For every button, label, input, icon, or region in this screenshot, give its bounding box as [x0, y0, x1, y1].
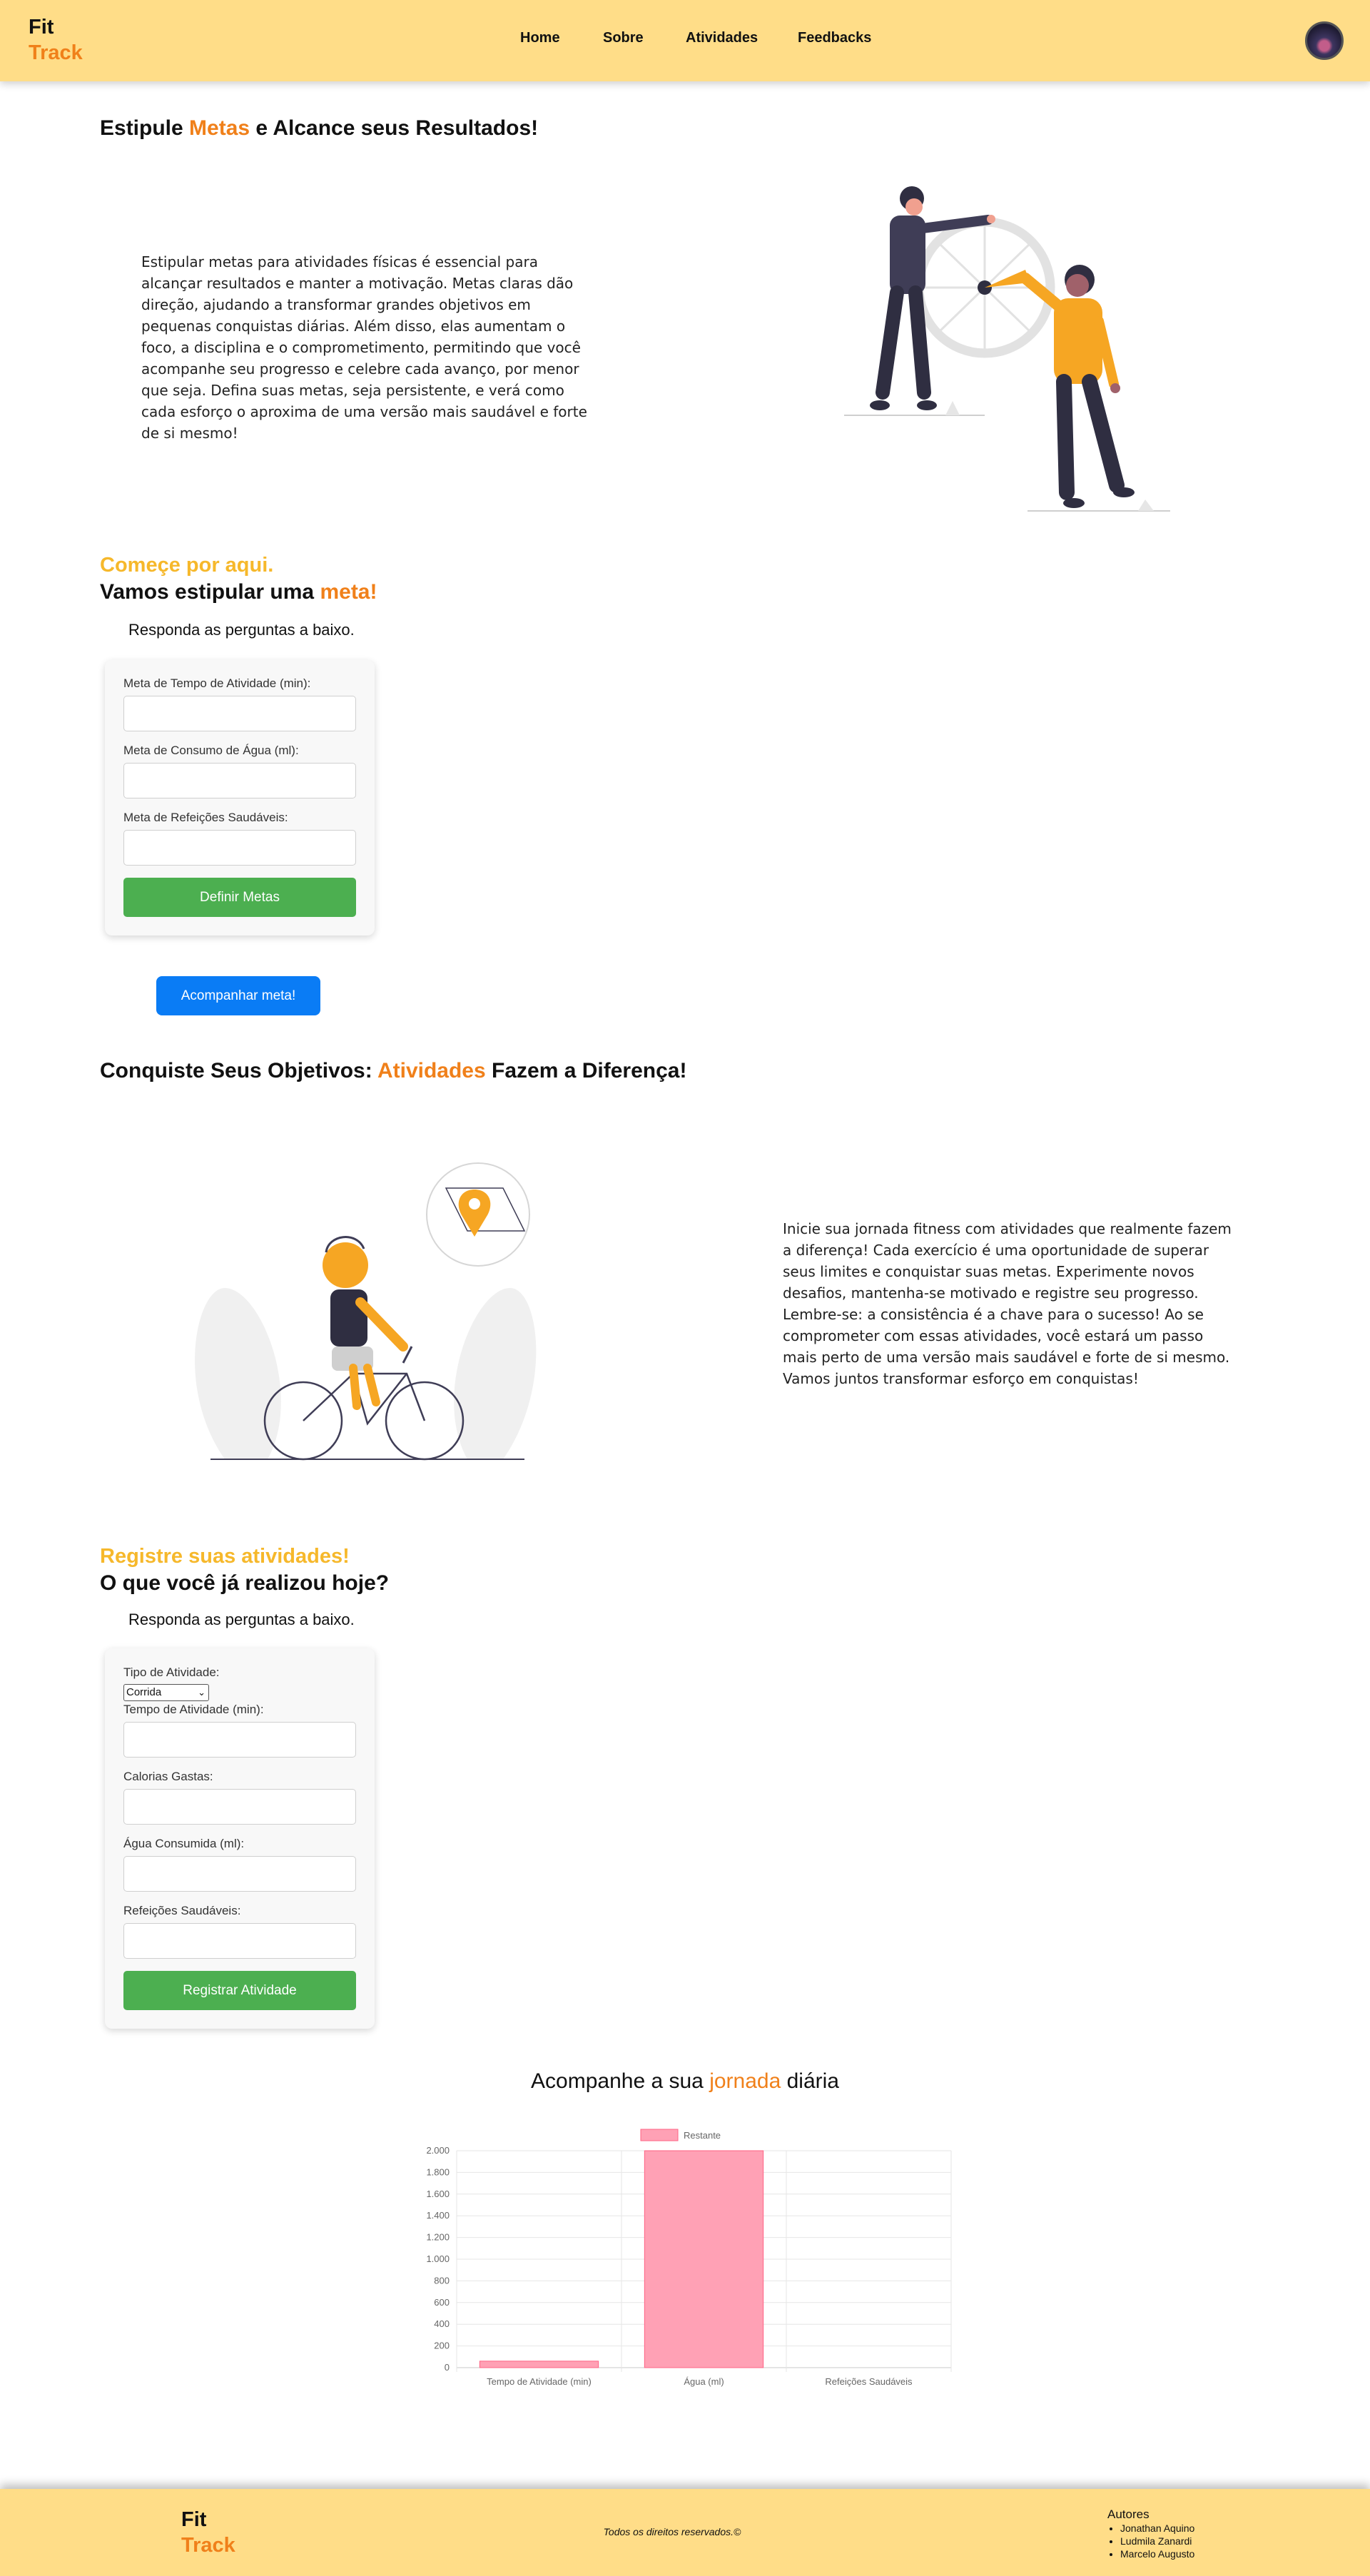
activity-calories-input[interactable]	[123, 1789, 356, 1825]
logo-line1: Fit	[29, 16, 54, 39]
activity-water-label: Água Consumida (ml):	[123, 1837, 245, 1850]
goal-time-input[interactable]	[123, 696, 356, 731]
chart-ytick-label: 200	[434, 2341, 450, 2351]
cyclist-illustration	[195, 1162, 537, 1461]
activity-type-select[interactable]: Corrida ⌄	[123, 1684, 209, 1701]
atividades-text: Inicie sua jornada fitness com atividade…	[783, 1220, 1232, 1387]
nav-sobre[interactable]: Sobre	[603, 30, 644, 46]
chart-ytick-label: 800	[434, 2275, 450, 2286]
goal-instructions: Responda as perguntas a baixo.	[128, 621, 355, 639]
chart-ytick-label: 1.400	[426, 2210, 450, 2221]
goal-water-label: Meta de Consumo de Água (ml):	[123, 744, 299, 757]
goal-kicker: Começe por aqui.	[100, 554, 274, 577]
daily-progress-chart: 0 200 400 600 800 1.000 1.200 1.400 1.600 1.800 2.…	[426, 2129, 952, 2387]
nav-atividades[interactable]: Atividades	[686, 30, 758, 46]
nav-feedbacks[interactable]: Feedbacks	[798, 30, 871, 46]
logo[interactable]: Fit Track	[29, 14, 83, 66]
activity-meals-label: Refeições Saudáveis:	[123, 1904, 241, 1917]
activity-water-input[interactable]	[123, 1856, 356, 1892]
goal-title: Vamos estipular uma meta!	[100, 580, 377, 604]
metas-title: Estipule Metas e Alcance seus Resultados…	[100, 116, 539, 140]
avatar[interactable]	[1305, 21, 1344, 60]
activity-time-label: Tempo de Atividade (min):	[123, 1703, 264, 1716]
chart-xtick-label: Refeições Saudáveis	[825, 2376, 913, 2387]
activity-calories-label: Calorias Gastas:	[123, 1770, 213, 1783]
chevron-down-icon: ⌄	[198, 1687, 206, 1698]
chart-title: Acompanhe a sua jornada diária	[531, 2069, 839, 2093]
activity-time-input[interactable]	[123, 1722, 356, 1758]
chart-ytick-label: 2.000	[426, 2145, 450, 2156]
nav-home[interactable]: Home	[520, 30, 560, 46]
chart-ytick-label: 1.000	[426, 2253, 450, 2264]
register-activity-button[interactable]: Registrar Atividade	[123, 1971, 356, 2010]
goal-form-card: Meta de Tempo de Atividade (min): Meta d…	[105, 660, 375, 935]
atividades-title: Conquiste Seus Objetivos: Atividades Faz…	[100, 1059, 687, 1082]
footer-authors-list: Jonathan Aquino Ludmila Zanardi Marcelo …	[1120, 2522, 1194, 2560]
chart-ytick-label: 0	[445, 2362, 450, 2373]
activity-meals-input[interactable]	[123, 1923, 356, 1959]
chart-ytick-label: 1.600	[426, 2189, 450, 2199]
footer-author: Ludmila Zanardi	[1120, 2535, 1194, 2547]
chart-ytick-label: 1.800	[426, 2166, 450, 2177]
metas-text: Estipular metas para atividades físicas …	[141, 253, 587, 442]
site-footer: Fit Track Todos os direitos reservados.©…	[0, 2489, 1370, 2576]
activity-type-label: Tipo de Atividade:	[123, 1665, 220, 1679]
logo-line2: Track	[29, 41, 83, 64]
footer-author: Jonathan Aquino	[1120, 2522, 1194, 2535]
chart-bar	[644, 2150, 764, 2368]
site-header: Fit Track Home Sobre Atividades Feedback…	[0, 0, 1370, 81]
chart-xtick-label: Tempo de Atividade (min)	[487, 2376, 592, 2387]
activity-title: O que você já realizou hoje?	[100, 1571, 390, 1595]
chart-ytick-label: 1.200	[426, 2232, 450, 2243]
goal-water-input[interactable]	[123, 763, 356, 798]
goal-meals-label: Meta de Refeições Saudáveis:	[123, 811, 288, 824]
activity-kicker: Registre suas atividades!	[100, 1545, 350, 1568]
goal-wheel-illustration	[844, 186, 1170, 512]
chart-legend-swatch	[640, 2129, 679, 2141]
footer-authors-title: Autores	[1107, 2507, 1150, 2521]
track-goal-button[interactable]: Acompanhar meta!	[156, 976, 320, 1015]
activity-instructions: Responda as perguntas a baixo.	[128, 1611, 355, 1628]
chart-legend-label: Restante	[684, 2130, 721, 2141]
define-goals-button[interactable]: Definir Metas	[123, 878, 356, 917]
footer-author: Marcelo Augusto	[1120, 2547, 1194, 2560]
activity-form-card: Tipo de Atividade: Corrida ⌄ Tempo de At…	[105, 1648, 375, 2029]
chart-xtick-label: Água (ml)	[684, 2376, 724, 2387]
chart-ytick-label: 400	[434, 2318, 450, 2329]
chart-bar	[479, 2361, 599, 2368]
goal-time-label: Meta de Tempo de Atividade (min):	[123, 676, 311, 690]
chart-ytick-label: 600	[434, 2297, 450, 2308]
goal-meals-input[interactable]	[123, 830, 356, 866]
